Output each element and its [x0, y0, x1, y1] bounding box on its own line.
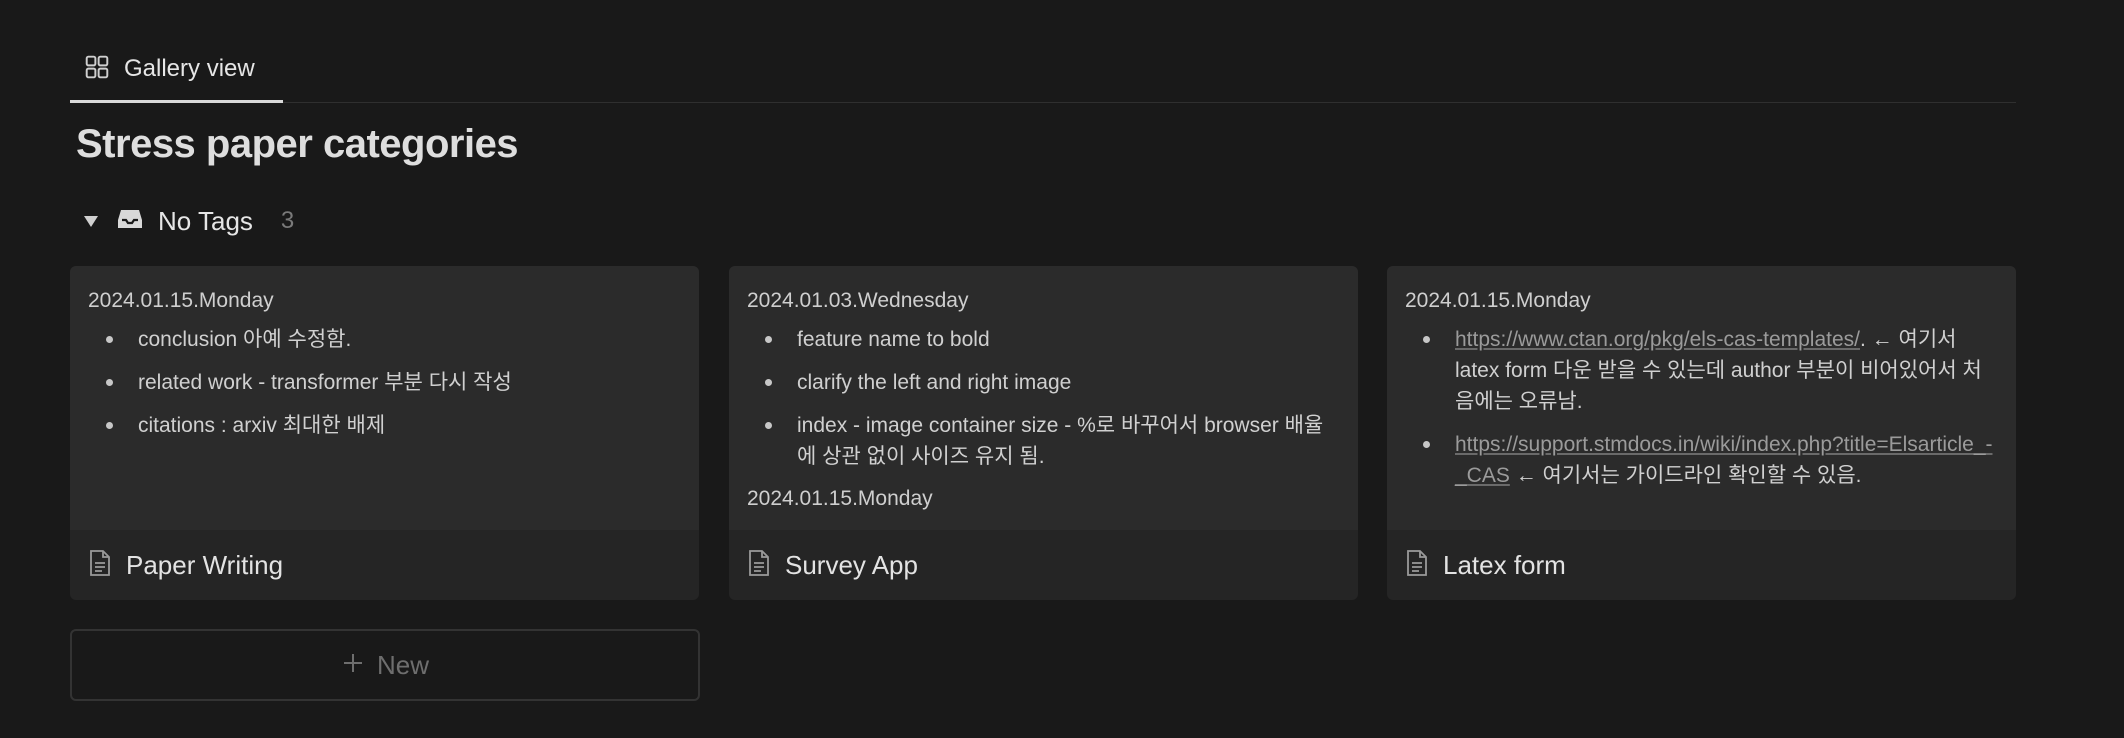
page-icon [1405, 549, 1429, 582]
list-item: https://www.ctan.org/pkg/els-cas-templat… [1405, 324, 1998, 417]
tab-label: Gallery view [124, 55, 255, 82]
card-title: Survey App [785, 549, 918, 580]
group-count: 3 [280, 207, 295, 234]
card-footer: Latex form [1387, 530, 2016, 600]
ctan-link[interactable]: https://www.ctan.org/pkg/els-cas-templat… [1455, 328, 1860, 351]
entry-date: 2024.01.15.Monday [1405, 289, 1591, 312]
grid-icon [84, 54, 110, 85]
triangle-down-icon [84, 216, 98, 227]
tab-gallery-view[interactable]: Gallery view [70, 38, 283, 103]
card-footer: Survey App [729, 530, 1358, 600]
list-item: https://support.stmdocs.in/wiki/index.ph… [1405, 429, 1998, 491]
group-label: No Tags [158, 205, 253, 236]
gallery-card-paper-writing[interactable]: 2024.01.15.Monday conclusion 아예 수정함. rel… [70, 266, 699, 600]
list-item: related work - transformer 부분 다시 작성 [88, 367, 681, 398]
list-item-text: ← 여기서는 가이드라인 확인할 수 있음. [1509, 464, 1862, 487]
entry-date: 2024.01.15.Monday [747, 487, 933, 510]
entry-date: 2024.01.03.Wednesday [747, 289, 969, 312]
list-item: clarify the left and right image [747, 367, 1340, 398]
bullet-list: conclusion 아예 수정함. related work - transf… [88, 324, 681, 441]
new-card-button[interactable]: New [70, 629, 700, 701]
view-tabbar: Gallery view [70, 38, 2016, 103]
card-preview: 2024.01.15.Monday conclusion 아예 수정함. rel… [70, 266, 699, 530]
gallery-card-latex-form[interactable]: 2024.01.15.Monday https://www.ctan.org/p… [1387, 266, 2016, 600]
bullet-list: https://www.ctan.org/pkg/els-cas-templat… [1405, 324, 1998, 491]
list-item: citations : arxiv 최대한 배제 [88, 410, 681, 441]
new-button-label: New [376, 649, 429, 680]
group-header: No Tags 3 [80, 200, 294, 242]
card-title: Paper Writing [126, 549, 284, 580]
list-item: feature name to bold [747, 324, 1340, 355]
list-item: conclusion 아예 수정함. [88, 324, 681, 355]
gallery-card-survey-app[interactable]: 2024.01.03.Wednesday feature name to bol… [729, 266, 1358, 600]
inbox-icon [116, 205, 144, 238]
page-title: Stress paper categories [76, 122, 519, 166]
entry-date: 2024.01.15.Monday [88, 289, 274, 312]
page-icon [88, 549, 112, 582]
card-preview: 2024.01.03.Wednesday feature name to bol… [729, 266, 1358, 530]
page-icon [747, 549, 771, 582]
card-title: Latex form [1443, 549, 1566, 580]
card-preview: 2024.01.15.Monday https://www.ctan.org/p… [1387, 266, 2016, 530]
collapse-toggle[interactable] [80, 210, 102, 232]
bullet-list: feature name to bold clarify the left an… [747, 324, 1340, 472]
card-footer: Paper Writing [70, 530, 699, 600]
list-item: index - image container size - %로 바꾸어서 b… [747, 410, 1340, 472]
plus-icon [341, 651, 365, 680]
